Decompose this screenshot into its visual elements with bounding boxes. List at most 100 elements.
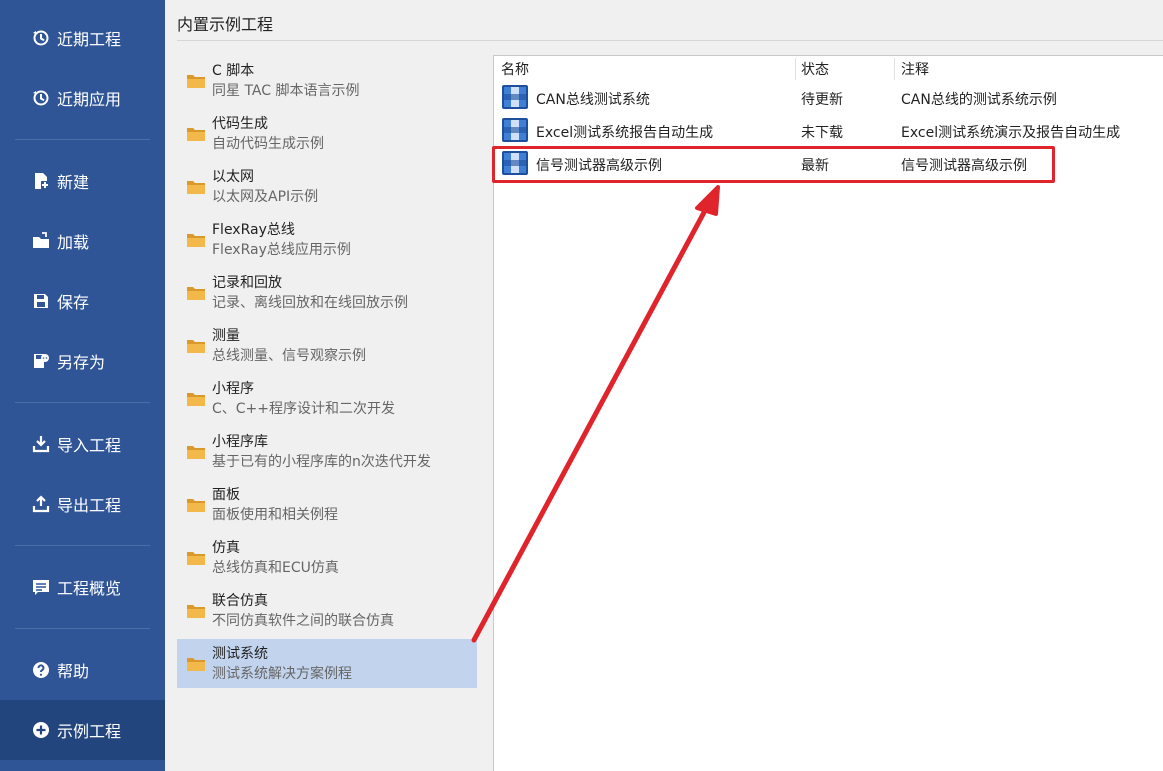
folder-icon [187, 181, 205, 194]
folder-item[interactable]: 代码生成 自动代码生成示例 [177, 109, 477, 158]
folder-name: 联合仿真 [212, 593, 268, 609]
history-icon [32, 89, 50, 107]
folder-icon [187, 287, 205, 300]
sidebar-item-label: 新建 [57, 173, 90, 192]
example-table: 名称 状态 注释 CAN总线测试系统 待更新 CAN总线的测试系统示例 Excel测试… [493, 55, 1163, 771]
sidebar-divider [15, 545, 150, 546]
row-status: 未下载 [801, 125, 843, 141]
sidebar-item-label: 工程概览 [57, 579, 122, 598]
column-header-name[interactable]: 名称 [501, 59, 529, 79]
sidebar-item-label: 加载 [57, 233, 90, 252]
folder-item[interactable]: FlexRay总线 FlexRay总线应用示例 [177, 215, 477, 264]
history-icon [32, 29, 50, 47]
sidebar-item-project-overview[interactable]: 工程概览 [0, 557, 165, 617]
table-row[interactable]: Excel测试系统报告自动生成 未下载 Excel测试系统演示及报告自动生成 [494, 114, 1162, 147]
folder-item[interactable]: 仿真总线仿真和ECU仿真 [177, 533, 477, 582]
test-system-icon [502, 85, 528, 109]
sidebar-divider [15, 139, 150, 140]
row-note: 信号测试器高级示例 [901, 158, 1027, 174]
new-file-icon [32, 172, 50, 190]
table-row[interactable]: CAN总线测试系统 待更新 CAN总线的测试系统示例 [494, 81, 1162, 114]
table-row[interactable]: 信号测试器高级示例 最新 信号测试器高级示例 [494, 147, 1162, 180]
folder-name: C 脚本 [212, 63, 255, 79]
sidebar-item-label: 另存为 [57, 353, 106, 372]
sidebar-item-load[interactable]: 加载 [0, 211, 165, 271]
folder-icon [187, 499, 205, 512]
folder-description: C、C++程序设计和二次开发 [212, 401, 396, 417]
title-divider [177, 40, 1163, 41]
import-icon [32, 435, 50, 453]
folder-item[interactable]: 记录和回放记录、离线回放和在线回放示例 [177, 268, 477, 317]
row-note: Excel测试系统演示及报告自动生成 [901, 125, 1121, 141]
folder-description: 总线测量、信号观察示例 [212, 348, 366, 364]
folder-icon [187, 340, 205, 353]
sidebar-divider [15, 402, 150, 403]
sidebar-item-label: 保存 [57, 293, 90, 312]
folder-description: 记录、离线回放和在线回放示例 [212, 295, 408, 311]
sidebar-item-example-projects[interactable]: 示例工程 [0, 700, 165, 760]
open-folder-icon [32, 232, 50, 250]
folder-item[interactable]: 以太网以太网及API示例 [177, 162, 477, 211]
folder-name: 面板 [212, 487, 240, 503]
folder-item[interactable]: C 脚本同星 TAC 脚本语言示例 [177, 56, 477, 105]
folder-description: 基于已有的小程序库的n次迭代开发 [212, 454, 431, 470]
folder-description: 以太网及API示例 [212, 189, 319, 205]
test-system-icon [502, 118, 528, 142]
row-note: CAN总线的测试系统示例 [901, 92, 1057, 108]
folder-item[interactable]: 测试系统 测试系统解决方案例程 [177, 639, 477, 688]
folder-description: 同星 TAC 脚本语言示例 [212, 83, 360, 99]
overview-icon [32, 578, 50, 596]
sidebar-item-save[interactable]: 保存 [0, 271, 165, 331]
folder-name: 记录和回放 [212, 275, 282, 291]
folder-item[interactable]: 小程序库基于已有的小程序库的n次迭代开发 [177, 427, 477, 476]
folder-description: 总线仿真和ECU仿真 [212, 560, 339, 576]
row-status: 最新 [801, 158, 829, 174]
folder-item[interactable]: 测量总线测量、信号观察示例 [177, 321, 477, 370]
sidebar-item-recent-projects[interactable]: 近期工程 [0, 8, 165, 68]
folder-icon [187, 552, 205, 565]
folder-description: 不同仿真软件之间的联合仿真 [212, 613, 394, 629]
column-separator[interactable] [894, 58, 895, 80]
column-separator[interactable] [795, 58, 796, 80]
sidebar-item-export-project[interactable]: 导出工程 [0, 474, 165, 534]
folder-name: 小程序库 [212, 434, 268, 450]
sidebar-item-label: 帮助 [57, 662, 90, 681]
save-as-icon [32, 352, 50, 370]
row-name: 信号测试器高级示例 [536, 158, 662, 174]
sidebar-divider [15, 628, 150, 629]
export-icon [32, 495, 50, 513]
folder-description: FlexRay总线应用示例 [212, 242, 351, 258]
folder-icon [187, 128, 205, 141]
sidebar-item-help[interactable]: 帮助 [0, 640, 165, 700]
add-circle-icon [32, 721, 50, 739]
test-system-icon [502, 151, 528, 175]
folder-item[interactable]: 联合仿真不同仿真软件之间的联合仿真 [177, 586, 477, 635]
folder-icon [187, 393, 205, 406]
sidebar-item-import-project[interactable]: 导入工程 [0, 414, 165, 474]
row-name: Excel测试系统报告自动生成 [536, 125, 714, 141]
sidebar-item-label: 近期应用 [57, 90, 122, 109]
folder-name: 测量 [212, 328, 240, 344]
column-header-note[interactable]: 注释 [901, 59, 929, 79]
sidebar: 近期工程 近期应用 新建 加载 保存 另存为 导入工程 导出工程 工程概览 帮助… [0, 0, 165, 771]
sidebar-item-new[interactable]: 新建 [0, 151, 165, 211]
help-icon [32, 661, 50, 679]
folder-description: 自动代码生成示例 [212, 136, 324, 152]
column-header-status[interactable]: 状态 [801, 59, 829, 79]
folder-description: 面板使用和相关例程 [212, 507, 338, 523]
row-name: CAN总线测试系统 [536, 92, 650, 108]
sidebar-item-save-as[interactable]: 另存为 [0, 331, 165, 391]
folder-icon [187, 75, 205, 88]
sidebar-item-label: 示例工程 [57, 722, 122, 741]
sidebar-item-label: 近期工程 [57, 30, 122, 49]
folder-name: 小程序 [212, 381, 254, 397]
folder-name: 仿真 [212, 540, 240, 556]
folder-name: 以太网 [212, 169, 254, 185]
folder-name: 测试系统 [212, 646, 268, 662]
sidebar-item-recent-apps[interactable]: 近期应用 [0, 68, 165, 128]
sidebar-item-label: 导出工程 [57, 496, 122, 515]
save-icon [32, 292, 50, 310]
folder-item[interactable]: 小程序 C、C++程序设计和二次开发 [177, 374, 477, 423]
folder-icon [187, 658, 205, 671]
folder-item[interactable]: 面板面板使用和相关例程 [177, 480, 477, 529]
